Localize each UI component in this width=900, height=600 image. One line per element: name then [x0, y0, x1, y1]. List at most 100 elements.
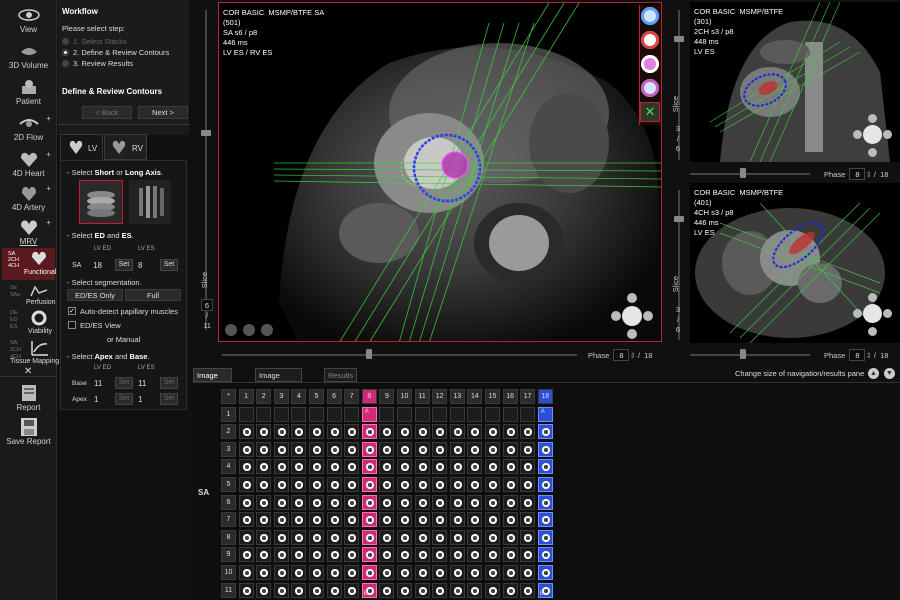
- epicardial-tool-icon[interactable]: [641, 79, 659, 97]
- grid-cell[interactable]: [397, 547, 412, 563]
- grid-cell[interactable]: [326, 441, 342, 457]
- grid-cell[interactable]: [344, 565, 360, 580]
- tab-image-thumbnails[interactable]: Image Thumbnails: [255, 368, 302, 393]
- grid-cell[interactable]: [256, 529, 272, 545]
- column-header[interactable]: 15: [485, 389, 500, 404]
- phase-input[interactable]: 8: [849, 349, 866, 361]
- grid-cell[interactable]: [520, 494, 536, 510]
- grid-cell[interactable]: [238, 459, 254, 475]
- redo-icon[interactable]: [261, 324, 273, 336]
- grid-cell[interactable]: [326, 494, 342, 510]
- grid-cell[interactable]: [273, 424, 289, 440]
- column-header[interactable]: 14: [467, 389, 483, 404]
- column-header[interactable]: 7: [344, 389, 360, 404]
- phase-input[interactable]: 8: [613, 349, 630, 361]
- grid-cell[interactable]: [326, 512, 342, 528]
- grid-cell[interactable]: [238, 529, 254, 545]
- grid-cell[interactable]: [467, 459, 483, 475]
- grid-cell[interactable]: [537, 547, 553, 563]
- grid-cell[interactable]: [361, 565, 377, 580]
- ed-es-only-button[interactable]: ED/ES Only: [67, 289, 123, 301]
- grid-cell[interactable]: [326, 459, 342, 475]
- grid-cell[interactable]: [291, 477, 307, 492]
- pan-up-icon[interactable]: [868, 114, 877, 123]
- row-header[interactable]: 7: [221, 512, 236, 528]
- back-button[interactable]: < Back: [82, 106, 132, 119]
- grid-cell[interactable]: [256, 406, 272, 422]
- column-header[interactable]: 17: [520, 389, 536, 404]
- grid-cell[interactable]: A: [537, 406, 553, 422]
- pan-up-icon[interactable]: [868, 293, 877, 302]
- grid-cell[interactable]: [361, 459, 377, 475]
- grid-cell[interactable]: [309, 477, 324, 492]
- grid-cell[interactable]: [537, 441, 553, 457]
- grid-cell[interactable]: [502, 565, 518, 580]
- grid-cell[interactable]: [414, 477, 430, 492]
- or-manual-link[interactable]: or Manual: [107, 335, 140, 344]
- grid-cell[interactable]: [361, 494, 377, 510]
- grid-cell[interactable]: [379, 424, 395, 440]
- endocardial-tool-icon[interactable]: [641, 31, 659, 49]
- grid-cell[interactable]: [449, 529, 465, 545]
- grid-cell[interactable]: [256, 477, 272, 492]
- column-header[interactable]: 5: [309, 389, 324, 404]
- phase-slider-track[interactable]: [690, 173, 810, 175]
- column-header[interactable]: 11: [414, 389, 430, 404]
- grid-cell[interactable]: [344, 477, 360, 492]
- grid-cell[interactable]: [379, 529, 395, 545]
- row-header[interactable]: 9: [221, 547, 236, 563]
- collapse-up-icon[interactable]: ▲: [868, 368, 879, 379]
- grid-cell[interactable]: [449, 459, 465, 475]
- step-select-stacks[interactable]: 1. Select Stacks: [62, 37, 127, 46]
- pan-down-icon[interactable]: [868, 327, 877, 336]
- four-chamber-viewport[interactable]: COR BASIC MSMP/BTFE (401) 4CH s3 / p8 446 m…: [690, 183, 900, 343]
- phase-input[interactable]: 8: [849, 168, 866, 180]
- grid-cell[interactable]: [291, 406, 307, 422]
- grid-cell[interactable]: [520, 406, 536, 422]
- grid-cell[interactable]: [449, 547, 465, 563]
- grid-cell[interactable]: [344, 529, 360, 545]
- grid-cell[interactable]: [520, 565, 536, 580]
- pan-right-icon[interactable]: [883, 130, 892, 139]
- grid-cell[interactable]: [537, 565, 553, 580]
- grid-cell[interactable]: [467, 582, 483, 598]
- pan-up-icon[interactable]: [627, 293, 637, 303]
- grid-cell[interactable]: [238, 582, 254, 598]
- grid-cell[interactable]: [379, 459, 395, 475]
- grid-cell[interactable]: [502, 424, 518, 440]
- slice-slider-thumb[interactable]: [674, 216, 684, 222]
- grid-cell[interactable]: [467, 494, 483, 510]
- delete-contour-icon[interactable]: ✕: [640, 102, 660, 122]
- grid-cell[interactable]: [520, 529, 536, 545]
- grid-cell[interactable]: [537, 477, 553, 492]
- tab-image-overview[interactable]: Image Overview: [193, 368, 233, 393]
- grid-cell[interactable]: [344, 494, 360, 510]
- grid-cell[interactable]: [467, 565, 483, 580]
- grid-cell[interactable]: [273, 494, 289, 510]
- grid-cell[interactable]: [379, 477, 395, 492]
- grid-cell[interactable]: [467, 406, 483, 422]
- grid-cell[interactable]: [414, 441, 430, 457]
- grid-cell[interactable]: [520, 459, 536, 475]
- phase-slider-thumb[interactable]: [366, 349, 372, 359]
- tab-lv[interactable]: LV: [60, 134, 103, 160]
- grid-cell[interactable]: [309, 512, 324, 528]
- column-header[interactable]: 16: [502, 389, 518, 404]
- pan-left-icon[interactable]: [853, 130, 862, 139]
- grid-cell[interactable]: [256, 547, 272, 563]
- grid-cell[interactable]: [326, 547, 342, 563]
- row-header[interactable]: 11: [221, 582, 236, 598]
- grid-cell[interactable]: [361, 529, 377, 545]
- grid-cell[interactable]: [273, 565, 289, 580]
- play-button[interactable]: [863, 125, 882, 144]
- pan-left-icon[interactable]: [853, 309, 862, 318]
- grid-cell[interactable]: [414, 512, 430, 528]
- grid-cell[interactable]: [379, 406, 395, 422]
- set-base-ed-button[interactable]: Set: [115, 377, 133, 389]
- set-sa-ed-button[interactable]: Set: [115, 259, 133, 271]
- grid-cell[interactable]: [344, 512, 360, 528]
- grid-cell[interactable]: [344, 441, 360, 457]
- grid-cell[interactable]: [273, 441, 289, 457]
- grid-cell[interactable]: [273, 477, 289, 492]
- ed-es-view-checkbox[interactable]: [68, 321, 76, 329]
